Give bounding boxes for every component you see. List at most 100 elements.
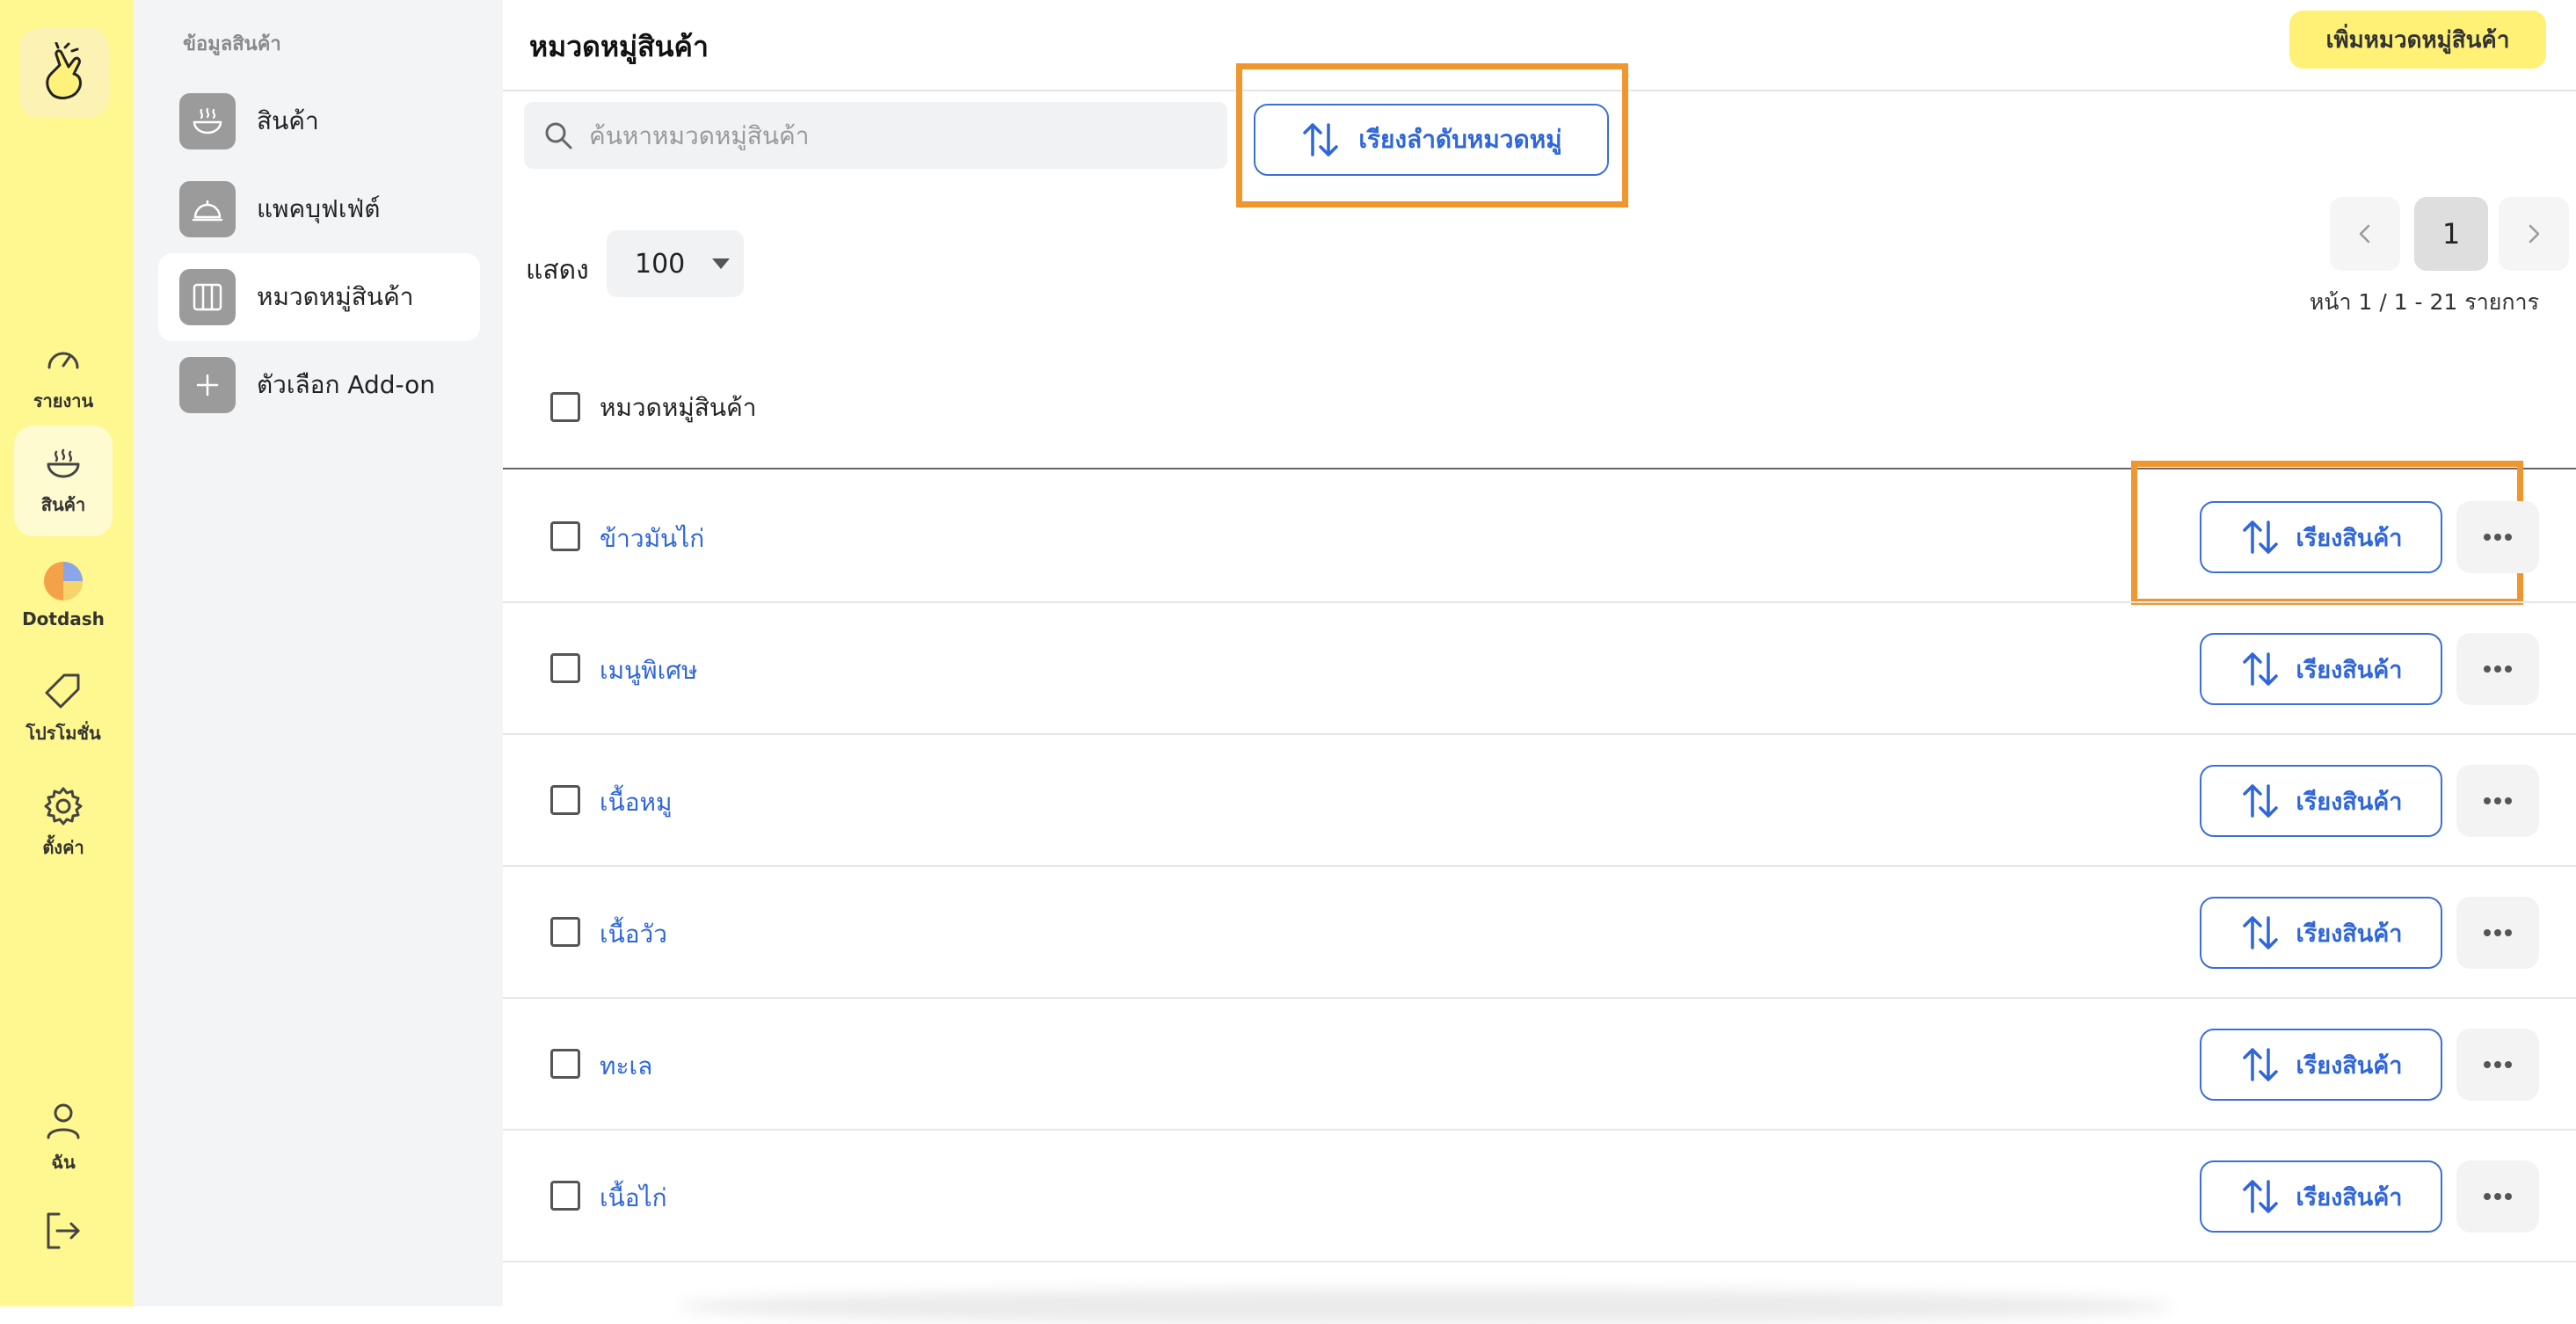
sort-items-label: เรียงสินค้า <box>2296 920 2403 948</box>
table-row: ข้าวมันไก่ เรียงสินค้า <box>503 471 2576 603</box>
more-horizontal-icon <box>2484 1061 2512 1068</box>
add-category-button[interactable]: เพิ่มหมวดหมู่สินค้า <box>2289 11 2546 69</box>
rail-label: ฉัน <box>51 1152 76 1173</box>
dotdash-icon <box>44 562 83 600</box>
product-subnav: ข้อมูลสินค้า สินค้า แพคบุฟเฟ่ต์ หมวดหมู่… <box>134 0 503 1306</box>
sort-items-button[interactable]: เรียงสินค้า <box>2200 765 2442 837</box>
category-name-link[interactable]: เนื้อไก่ <box>600 1179 667 1218</box>
category-name-link[interactable]: เมนูพิเศษ <box>600 651 697 690</box>
subnav-item-buffet-packs[interactable]: แพคบุฟเฟ่ต์ <box>158 165 480 253</box>
rail-item-reports[interactable]: รายงาน <box>14 322 113 433</box>
more-horizontal-icon <box>2484 1193 2512 1200</box>
search-input[interactable] <box>589 120 1187 150</box>
rail-label: รายงาน <box>33 390 94 411</box>
subnav-label: สินค้า <box>257 106 319 135</box>
sort-items-label: เรียงสินค้า <box>2296 1051 2403 1080</box>
more-options-button[interactable] <box>2456 633 2539 705</box>
pagination-info: หน้า 1 / 1 - 21 รายการ <box>2309 289 2539 315</box>
sort-items-label: เรียงสินค้า <box>2296 656 2403 684</box>
logout-button[interactable] <box>14 1178 113 1284</box>
rail-item-dotdash[interactable]: Dotdash <box>14 540 113 651</box>
table-row: เนื้อไก่ เรียงสินค้า <box>503 1131 2576 1262</box>
subnav-icon-box <box>179 269 236 325</box>
row-checkbox[interactable] <box>550 917 580 947</box>
subnav-icon-box <box>179 181 236 237</box>
sort-items-label: เรียงสินค้า <box>2296 788 2403 816</box>
category-name-link[interactable]: ทะเล <box>600 1047 652 1086</box>
subnav-item-categories[interactable]: หมวดหมู่สินค้า <box>158 253 480 341</box>
rail-item-settings[interactable]: ตั้งค่า <box>14 768 113 879</box>
subnav-label: หมวดหมู่สินค้า <box>257 282 414 311</box>
sort-arrows-icon <box>2242 652 2278 686</box>
category-name-link[interactable]: ข้าวมันไก่ <box>600 520 704 558</box>
app-logo[interactable] <box>19 28 109 118</box>
sort-arrows-icon <box>2242 1180 2278 1213</box>
table-row: เนื้อหมู เรียงสินค้า <box>503 735 2576 867</box>
search-box[interactable] <box>524 102 1227 169</box>
sort-items-button[interactable]: เรียงสินค้า <box>2200 633 2442 705</box>
more-options-button[interactable] <box>2456 897 2539 969</box>
sort-categories-button[interactable]: เรียงลำดับหมวดหมู่ <box>1254 104 1609 176</box>
column-header-category: หมวดหมู่สินค้า <box>600 393 757 422</box>
logout-icon <box>47 1212 80 1249</box>
chevron-left-icon <box>2359 224 2370 244</box>
main-content: หมวดหมู่สินค้า เพิ่มหมวดหมู่สินค้า เรียง… <box>503 0 2576 1324</box>
search-icon <box>545 122 572 149</box>
subnav-label: แพคบุฟเฟ่ต์ <box>257 194 381 223</box>
subnav-icon-box <box>179 93 236 149</box>
more-options-button[interactable] <box>2456 1029 2539 1101</box>
more-horizontal-icon <box>2484 534 2512 541</box>
row-checkbox[interactable] <box>550 653 580 683</box>
row-checkbox[interactable] <box>550 1049 580 1079</box>
more-horizontal-icon <box>2484 666 2512 673</box>
row-checkbox[interactable] <box>550 521 580 551</box>
more-options-button[interactable] <box>2456 501 2539 573</box>
sort-arrows-icon <box>2242 916 2278 949</box>
rail-item-promotions[interactable]: โปรโมชั่น <box>14 654 113 765</box>
show-label: แสดง <box>526 255 589 286</box>
subnav-label: ตัวเลือก Add-on <box>257 370 436 399</box>
sort-arrows-icon <box>2242 784 2278 818</box>
chevron-right-icon <box>2529 224 2540 244</box>
sort-items-label: เรียงสินค้า <box>2296 1183 2403 1211</box>
page-number-button[interactable]: 1 <box>2414 197 2488 271</box>
cloche-icon <box>192 200 223 222</box>
gear-icon <box>44 787 83 826</box>
subnav-title: ข้อมูลสินค้า <box>183 33 281 55</box>
rail-label: โปรโมชั่น <box>25 723 101 744</box>
subnav-item-products[interactable]: สินค้า <box>158 77 480 165</box>
category-name-link[interactable]: เนื้อหมู <box>600 783 672 822</box>
scroll-shadow <box>679 1289 2173 1324</box>
rail-label: สินค้า <box>40 494 86 515</box>
sort-items-button[interactable]: เรียงสินค้า <box>2200 897 2442 969</box>
sort-arrows-icon <box>2242 1048 2278 1081</box>
gauge-icon <box>47 352 79 369</box>
row-checkbox[interactable] <box>550 785 580 815</box>
row-checkbox[interactable] <box>550 1181 580 1211</box>
more-options-button[interactable] <box>2456 1160 2539 1233</box>
more-options-button[interactable] <box>2456 765 2539 837</box>
plus-icon <box>196 374 219 396</box>
rail-label: Dotdash <box>22 608 105 629</box>
table-row: ทะเล เรียงสินค้า <box>503 999 2576 1131</box>
more-horizontal-icon <box>2484 797 2512 804</box>
prev-page-button[interactable] <box>2330 197 2400 271</box>
sort-items-button[interactable]: เรียงสินค้า <box>2200 501 2442 573</box>
category-name-link[interactable]: เนื้อวัว <box>600 915 667 954</box>
table-row: เมนูพิเศษ เรียงสินค้า <box>503 603 2576 735</box>
sort-categories-label: เรียงลำดับหมวดหมู่ <box>1358 125 1562 154</box>
table-row: เนื้อวัว เรียงสินค้า <box>503 867 2576 999</box>
sort-items-button[interactable]: เรียงสินค้า <box>2200 1029 2442 1101</box>
more-horizontal-icon <box>2484 929 2512 936</box>
sort-arrows-icon <box>2242 520 2278 554</box>
next-page-button[interactable] <box>2499 197 2569 271</box>
sort-items-label: เรียงสินค้า <box>2296 524 2403 552</box>
select-all-checkbox[interactable] <box>550 392 580 422</box>
subnav-icon-box <box>179 357 236 413</box>
sort-items-button[interactable]: เรียงสินค้า <box>2200 1160 2442 1233</box>
sort-arrows-icon <box>1303 123 1339 156</box>
subnav-item-addons[interactable]: ตัวเลือก Add-on <box>158 341 480 429</box>
hand-logo-icon <box>46 42 82 99</box>
page-size-select[interactable]: 100 <box>607 230 744 297</box>
rail-item-products[interactable]: สินค้า <box>14 426 113 536</box>
